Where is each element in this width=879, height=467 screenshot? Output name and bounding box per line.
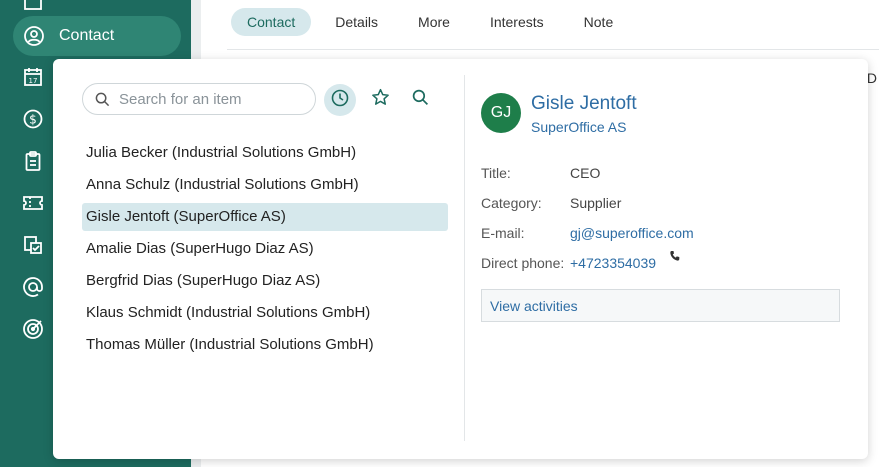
star-icon <box>371 88 390 112</box>
list-item[interactable]: Thomas Müller (Industrial Solutions GmbH… <box>82 331 448 359</box>
tab-interests[interactable]: Interests <box>474 8 560 36</box>
tab-more[interactable]: More <box>402 8 466 36</box>
list-item-selected[interactable]: Gisle Jentoft (SuperOffice AS) <box>82 203 448 231</box>
sidebar-item-contact[interactable]: Contact <box>13 16 181 56</box>
recent-items-list: Julia Becker (Industrial Solutions GmbH)… <box>82 139 448 363</box>
svg-text:$: $ <box>29 113 37 127</box>
tab-contact[interactable]: Contact <box>231 8 312 36</box>
list-item[interactable]: Amalie Dias (SuperHugo Diaz AS) <box>82 235 448 263</box>
tab-bar: Contact Details More Interests Note <box>231 8 637 36</box>
svg-text:17: 17 <box>29 77 38 85</box>
phone-link[interactable]: +4723354039 <box>570 255 656 271</box>
dollar-icon[interactable]: $ <box>20 106 46 132</box>
building-icon[interactable] <box>20 0 46 14</box>
phone-icon[interactable] <box>669 249 681 261</box>
history-button[interactable] <box>324 84 356 116</box>
ticket-icon[interactable] <box>20 190 46 216</box>
category-label: Category: <box>481 195 542 211</box>
clock-icon <box>331 89 349 112</box>
email-label: E-mail: <box>481 225 525 241</box>
list-item[interactable]: Anna Schulz (Industrial Solutions GmbH) <box>82 171 448 199</box>
partial-text: D <box>866 70 877 86</box>
tab-details[interactable]: Details <box>319 8 394 36</box>
view-activities-label: View activities <box>490 297 578 314</box>
phone-label: Direct phone: <box>481 255 565 271</box>
panel-divider <box>464 75 465 441</box>
title-label: Title: <box>481 165 511 181</box>
search-icon <box>412 89 429 111</box>
title-value: CEO <box>570 165 601 181</box>
clipboard-icon[interactable] <box>20 148 46 174</box>
favorites-button[interactable] <box>364 84 396 116</box>
mail-at-icon[interactable] <box>20 274 46 300</box>
contact-name-link[interactable]: Gisle Jentoft <box>531 93 637 115</box>
search-input[interactable] <box>119 90 309 108</box>
search-icon <box>95 91 111 107</box>
documents-icon[interactable] <box>20 232 46 258</box>
view-activities-button[interactable]: View activities <box>481 289 840 322</box>
list-item[interactable]: Klaus Schmidt (Industrial Solutions GmbH… <box>82 299 448 327</box>
tab-divider <box>227 49 879 50</box>
contact-icon <box>21 23 47 49</box>
calendar-icon[interactable]: 17 <box>20 64 46 90</box>
target-icon[interactable] <box>20 316 46 342</box>
search-field[interactable] <box>82 83 316 115</box>
tab-note[interactable]: Note <box>568 8 630 36</box>
list-item[interactable]: Bergfrid Dias (SuperHugo Diaz AS) <box>82 267 448 295</box>
list-item[interactable]: Julia Becker (Industrial Solutions GmbH) <box>82 139 448 167</box>
avatar: GJ <box>481 93 521 133</box>
find-button[interactable] <box>404 84 436 116</box>
sidebar-item-label: Contact <box>59 27 115 44</box>
recent-items-popup: Julia Becker (Industrial Solutions GmbH)… <box>53 59 868 459</box>
category-value: Supplier <box>570 195 622 211</box>
email-link[interactable]: gj@superoffice.com <box>570 225 694 241</box>
company-name-link[interactable]: SuperOffice AS <box>531 119 626 135</box>
